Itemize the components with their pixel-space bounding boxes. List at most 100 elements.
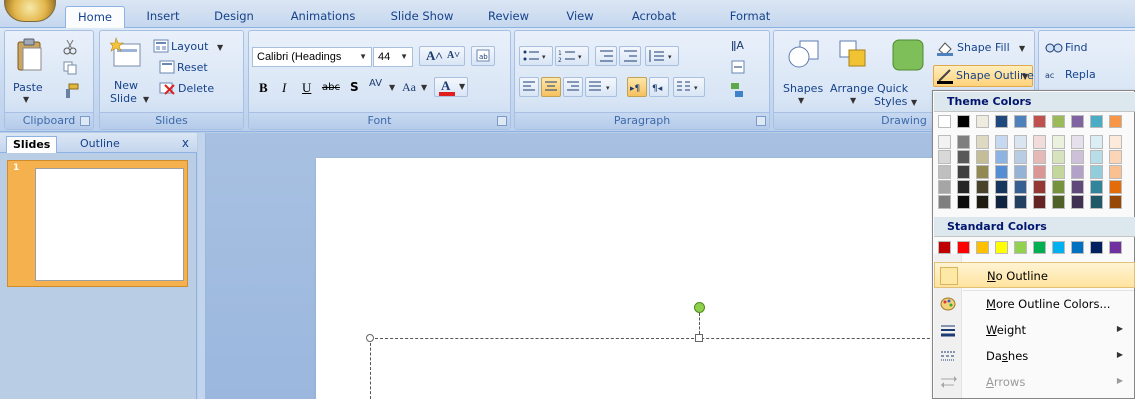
menu-item-no-outline[interactable]: No Outline bbox=[934, 262, 1135, 288]
theme-color-shade-swatch[interactable] bbox=[976, 195, 989, 209]
change-case-dropdown[interactable]: ▼ bbox=[421, 83, 427, 92]
new-slide-dropdown-arrow[interactable]: ▼ bbox=[143, 95, 149, 104]
theme-color-shade-swatch[interactable] bbox=[938, 195, 951, 209]
shape-fill-button[interactable]: Shape Fill bbox=[957, 41, 1010, 54]
tab-outline[interactable]: Outline bbox=[74, 136, 126, 153]
grow-font-icon[interactable]: A˄ bbox=[426, 48, 443, 64]
theme-color-shade-swatch[interactable] bbox=[1052, 180, 1065, 194]
columns-button[interactable]: ▾ bbox=[673, 77, 705, 97]
theme-color-shade-swatch[interactable] bbox=[938, 150, 951, 164]
theme-color-shade-swatch[interactable] bbox=[957, 165, 970, 179]
theme-color-shade-swatch[interactable] bbox=[1109, 180, 1122, 194]
theme-color-shade-swatch[interactable] bbox=[938, 180, 951, 194]
text-direction-icon[interactable]: ǁA bbox=[729, 35, 753, 53]
tab-review[interactable]: Review bbox=[482, 6, 534, 28]
standard-color-swatch[interactable] bbox=[938, 241, 951, 254]
theme-color-shade-swatch[interactable] bbox=[995, 150, 1008, 164]
theme-color-swatch[interactable] bbox=[1052, 115, 1065, 128]
theme-color-shade-swatch[interactable] bbox=[1014, 195, 1027, 209]
standard-color-swatch[interactable] bbox=[995, 241, 1008, 254]
theme-color-shade-swatch[interactable] bbox=[1052, 165, 1065, 179]
reset-button[interactable]: Reset bbox=[177, 61, 208, 74]
office-button[interactable] bbox=[4, 0, 56, 22]
theme-color-shade-swatch[interactable] bbox=[1090, 195, 1103, 209]
theme-color-shade-swatch[interactable] bbox=[1014, 180, 1027, 194]
align-right-button[interactable] bbox=[563, 77, 583, 97]
new-slide-icon[interactable] bbox=[110, 37, 142, 69]
change-case-icon[interactable]: Aa bbox=[402, 80, 416, 95]
increase-indent-button[interactable] bbox=[619, 46, 641, 66]
font-color-button[interactable]: A ▼ bbox=[434, 77, 468, 97]
theme-color-shade-swatch[interactable] bbox=[1014, 165, 1027, 179]
theme-color-swatch[interactable] bbox=[995, 115, 1008, 128]
theme-color-shade-swatch[interactable] bbox=[1052, 195, 1065, 209]
shape-fill-dropdown-arrow[interactable]: ▼ bbox=[1019, 44, 1025, 53]
standard-color-swatch[interactable] bbox=[1033, 241, 1046, 254]
close-pane-icon[interactable]: x bbox=[182, 136, 189, 150]
theme-color-shade-swatch[interactable] bbox=[976, 165, 989, 179]
tab-slide-show[interactable]: Slide Show bbox=[380, 6, 464, 28]
strikethrough-icon[interactable]: abc bbox=[322, 82, 340, 93]
bold-icon[interactable]: B bbox=[259, 80, 268, 96]
theme-color-swatch[interactable] bbox=[1071, 115, 1084, 128]
menu-item-weight[interactable]: Weight ▶ bbox=[934, 317, 1135, 343]
standard-color-swatch[interactable] bbox=[1014, 241, 1027, 254]
theme-color-shade-swatch[interactable] bbox=[957, 195, 970, 209]
paste-dropdown-arrow[interactable]: ▼ bbox=[23, 95, 29, 104]
standard-color-swatch[interactable] bbox=[1052, 241, 1065, 254]
resize-handle-top-middle[interactable] bbox=[695, 334, 703, 342]
theme-color-swatch[interactable] bbox=[976, 115, 989, 128]
theme-color-shade-swatch[interactable] bbox=[1052, 135, 1065, 149]
standard-color-swatch[interactable] bbox=[1109, 241, 1122, 254]
tab-animations[interactable]: Animations bbox=[280, 6, 366, 28]
theme-color-shade-swatch[interactable] bbox=[995, 180, 1008, 194]
theme-color-shade-swatch[interactable] bbox=[1109, 195, 1122, 209]
layout-dropdown-arrow[interactable]: ▼ bbox=[217, 43, 223, 52]
tab-format[interactable]: Format bbox=[720, 6, 780, 28]
menu-item-dashes[interactable]: Dashes ▶ bbox=[934, 343, 1135, 369]
copy-icon[interactable] bbox=[63, 61, 77, 75]
theme-color-swatch[interactable] bbox=[1090, 115, 1103, 128]
theme-color-shade-swatch[interactable] bbox=[1033, 150, 1046, 164]
arrange-label[interactable]: Arrange bbox=[830, 82, 874, 95]
justify-button[interactable]: ▾ bbox=[585, 77, 617, 97]
rotation-handle[interactable] bbox=[694, 302, 705, 313]
theme-color-shade-swatch[interactable] bbox=[1090, 135, 1103, 149]
theme-color-swatch[interactable] bbox=[1014, 115, 1027, 128]
theme-color-shade-swatch[interactable] bbox=[1071, 195, 1084, 209]
theme-color-shade-swatch[interactable] bbox=[957, 180, 970, 194]
theme-color-shade-swatch[interactable] bbox=[938, 165, 951, 179]
quick-styles-label-line1[interactable]: Quick bbox=[877, 82, 908, 95]
theme-color-swatch[interactable] bbox=[938, 115, 951, 128]
align-left-button[interactable] bbox=[519, 77, 539, 97]
theme-color-shade-swatch[interactable] bbox=[1014, 150, 1027, 164]
text-shadow-icon[interactable]: S bbox=[350, 80, 359, 94]
theme-color-shade-swatch[interactable] bbox=[995, 165, 1008, 179]
quick-styles-icon[interactable] bbox=[890, 37, 926, 73]
theme-color-shade-swatch[interactable] bbox=[1090, 180, 1103, 194]
theme-color-shade-swatch[interactable] bbox=[1014, 135, 1027, 149]
theme-color-shade-swatch[interactable] bbox=[995, 135, 1008, 149]
slide-thumbnail-selected[interactable]: 1 bbox=[7, 160, 188, 287]
theme-color-shade-swatch[interactable] bbox=[1090, 150, 1103, 164]
standard-color-swatch[interactable] bbox=[976, 241, 989, 254]
center-button[interactable] bbox=[541, 77, 561, 97]
character-spacing-dropdown[interactable]: ▼ bbox=[389, 83, 395, 92]
smartart-icon[interactable] bbox=[729, 81, 753, 99]
theme-color-shade-swatch[interactable] bbox=[976, 180, 989, 194]
tab-slides[interactable]: Slides bbox=[6, 136, 58, 153]
new-slide-label-line2[interactable]: Slide bbox=[110, 92, 137, 105]
theme-color-shade-swatch[interactable] bbox=[1033, 180, 1046, 194]
shapes-dropdown-arrow[interactable]: ▼ bbox=[798, 96, 804, 105]
slide-canvas[interactable] bbox=[316, 158, 956, 399]
slide-thumbnail[interactable] bbox=[35, 168, 184, 281]
paste-icon[interactable] bbox=[15, 37, 45, 73]
cut-icon[interactable] bbox=[63, 39, 77, 55]
replace-button[interactable]: Repla bbox=[1065, 68, 1096, 81]
bullets-button[interactable]: ▾ bbox=[519, 46, 553, 66]
theme-color-shade-swatch[interactable] bbox=[1071, 180, 1084, 194]
menu-item-arrows[interactable]: Arrows ▶ bbox=[934, 369, 1135, 395]
align-text-icon[interactable] bbox=[729, 58, 753, 76]
theme-color-shade-swatch[interactable] bbox=[957, 135, 970, 149]
theme-color-shade-swatch[interactable] bbox=[1033, 165, 1046, 179]
